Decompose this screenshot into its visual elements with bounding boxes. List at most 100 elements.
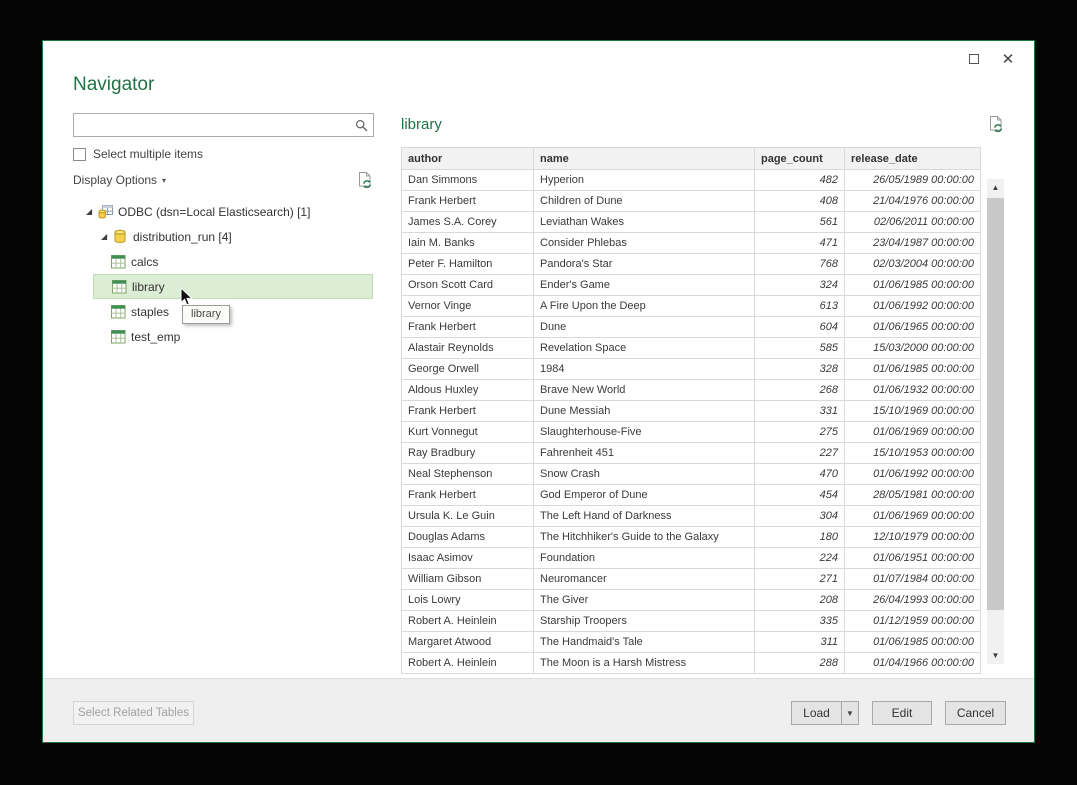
- table-row: Douglas AdamsThe Hitchhiker's Guide to t…: [402, 527, 981, 548]
- load-button[interactable]: Load: [791, 701, 841, 725]
- scrollbar-thumb[interactable]: [987, 198, 1004, 610]
- cell-author: Frank Herbert: [402, 317, 534, 338]
- tree-item-library[interactable]: library: [93, 274, 373, 299]
- cell-release_date: 21/04/1976 00:00:00: [845, 191, 981, 212]
- tree-item-label: staples: [131, 305, 169, 319]
- cell-name: The Moon is a Harsh Mistress: [534, 653, 755, 674]
- refresh-preview-icon[interactable]: [987, 115, 1005, 138]
- cell-release_date: 01/07/1984 00:00:00: [845, 569, 981, 590]
- scrollbar-track[interactable]: [987, 196, 1004, 647]
- cell-release_date: 01/06/1969 00:00:00: [845, 506, 981, 527]
- table-row: Neal StephensonSnow Crash47001/06/1992 0…: [402, 464, 981, 485]
- tree-expanded-icon[interactable]: ◢: [101, 232, 113, 241]
- tree-item-odbc-dsn-local-elasticsearch-1[interactable]: ◢ ODBC (dsn=Local Elasticsearch) [1]: [86, 199, 388, 224]
- cell-author: Iain M. Banks: [402, 233, 534, 254]
- cell-page_count: 768: [755, 254, 845, 275]
- table-row: Lois LowryThe Giver20826/04/1993 00:00:0…: [402, 590, 981, 611]
- close-button[interactable]: ✕: [1000, 51, 1016, 67]
- cell-release_date: 15/10/1953 00:00:00: [845, 443, 981, 464]
- window-controls: ✕: [966, 51, 1016, 67]
- cell-author: Isaac Asimov: [402, 548, 534, 569]
- tree-item-distribution-run-4[interactable]: ◢ distribution_run [4]: [101, 224, 388, 249]
- cell-name: Children of Dune: [534, 191, 755, 212]
- cell-author: Alastair Reynolds: [402, 338, 534, 359]
- tree-item-test-emp[interactable]: test_emp: [93, 324, 373, 349]
- page-title: Navigator: [73, 74, 154, 96]
- refresh-icon[interactable]: [356, 171, 374, 192]
- table-row: Margaret AtwoodThe Handmaid's Tale31101/…: [402, 632, 981, 653]
- cell-author: James S.A. Corey: [402, 212, 534, 233]
- table-row: Kurt VonnegutSlaughterhouse-Five27501/06…: [402, 422, 981, 443]
- table-row: Frank HerbertGod Emperor of Dune45428/05…: [402, 485, 981, 506]
- cell-page_count: 331: [755, 401, 845, 422]
- display-options-row: Display Options ▾: [73, 173, 374, 191]
- cell-name: Hyperion: [534, 170, 755, 191]
- table-row: Robert A. HeinleinStarship Troopers33501…: [402, 611, 981, 632]
- tree-item-staples[interactable]: staples: [93, 299, 373, 324]
- cell-page_count: 288: [755, 653, 845, 674]
- cell-name: Dune Messiah: [534, 401, 755, 422]
- column-header-author: author: [402, 148, 534, 170]
- load-dropdown-button[interactable]: ▼: [841, 701, 859, 725]
- column-header-release_date: release_date: [845, 148, 981, 170]
- cell-release_date: 01/06/1985 00:00:00: [845, 632, 981, 653]
- preview-table: authornamepage_countrelease_dateDan Simm…: [401, 147, 981, 674]
- cell-release_date: 01/06/1992 00:00:00: [845, 296, 981, 317]
- scroll-up-icon[interactable]: ▲: [987, 179, 1004, 196]
- cell-page_count: 311: [755, 632, 845, 653]
- cell-page_count: 585: [755, 338, 845, 359]
- table-row: Vernor VingeA Fire Upon the Deep61301/06…: [402, 296, 981, 317]
- cell-author: George Orwell: [402, 359, 534, 380]
- load-button-group: Load ▼: [791, 701, 859, 725]
- cell-release_date: 01/12/1959 00:00:00: [845, 611, 981, 632]
- column-header-name: name: [534, 148, 755, 170]
- cell-author: Ray Bradbury: [402, 443, 534, 464]
- tree-item-label: distribution_run [4]: [133, 230, 232, 244]
- cell-name: Ender's Game: [534, 275, 755, 296]
- tree-item-calcs[interactable]: calcs: [93, 249, 373, 274]
- scroll-down-icon[interactable]: ▼: [987, 647, 1004, 664]
- cell-page_count: 470: [755, 464, 845, 485]
- cell-page_count: 271: [755, 569, 845, 590]
- table-row: Ursula K. Le GuinThe Left Hand of Darkne…: [402, 506, 981, 527]
- cell-name: Starship Troopers: [534, 611, 755, 632]
- table-icon: [111, 304, 127, 319]
- search-icon[interactable]: [355, 119, 368, 137]
- select-related-tables-button[interactable]: Select Related Tables: [73, 701, 194, 725]
- cell-name: Revelation Space: [534, 338, 755, 359]
- cell-author: Ursula K. Le Guin: [402, 506, 534, 527]
- display-options-dropdown[interactable]: Display Options ▾: [73, 173, 166, 187]
- cell-page_count: 454: [755, 485, 845, 506]
- select-multiple-label: Select multiple items: [93, 147, 203, 161]
- maximize-button[interactable]: [966, 51, 982, 67]
- tree-item-label: ODBC (dsn=Local Elasticsearch) [1]: [118, 205, 310, 219]
- cell-page_count: 268: [755, 380, 845, 401]
- source-icon: [98, 204, 114, 219]
- cell-page_count: 208: [755, 590, 845, 611]
- search-input[interactable]: [78, 115, 350, 135]
- cell-page_count: 604: [755, 317, 845, 338]
- cell-page_count: 224: [755, 548, 845, 569]
- navigator-dialog: ✕ Navigator Select multiple items Displa…: [42, 40, 1035, 743]
- cell-name: Snow Crash: [534, 464, 755, 485]
- cell-page_count: 561: [755, 212, 845, 233]
- cancel-button[interactable]: Cancel: [945, 701, 1006, 725]
- cell-release_date: 01/04/1966 00:00:00: [845, 653, 981, 674]
- cell-release_date: 02/03/2004 00:00:00: [845, 254, 981, 275]
- table-row: Iain M. BanksConsider Phlebas47123/04/19…: [402, 233, 981, 254]
- edit-button[interactable]: Edit: [872, 701, 932, 725]
- cell-release_date: 01/06/1969 00:00:00: [845, 422, 981, 443]
- select-multiple-checkbox[interactable]: [73, 148, 86, 161]
- table-row: James S.A. CoreyLeviathan Wakes56102/06/…: [402, 212, 981, 233]
- cell-name: Slaughterhouse-Five: [534, 422, 755, 443]
- select-multiple-row: Select multiple items: [73, 147, 203, 161]
- tree-expanded-icon[interactable]: ◢: [86, 207, 98, 216]
- database-icon: [113, 229, 129, 244]
- table-icon: [112, 279, 128, 294]
- cell-author: Frank Herbert: [402, 401, 534, 422]
- cell-name: Brave New World: [534, 380, 755, 401]
- cell-name: The Giver: [534, 590, 755, 611]
- table-scrollbar[interactable]: ▲ ▼: [987, 179, 1004, 664]
- cell-release_date: 01/06/1951 00:00:00: [845, 548, 981, 569]
- table-row: George Orwell198432801/06/1985 00:00:00: [402, 359, 981, 380]
